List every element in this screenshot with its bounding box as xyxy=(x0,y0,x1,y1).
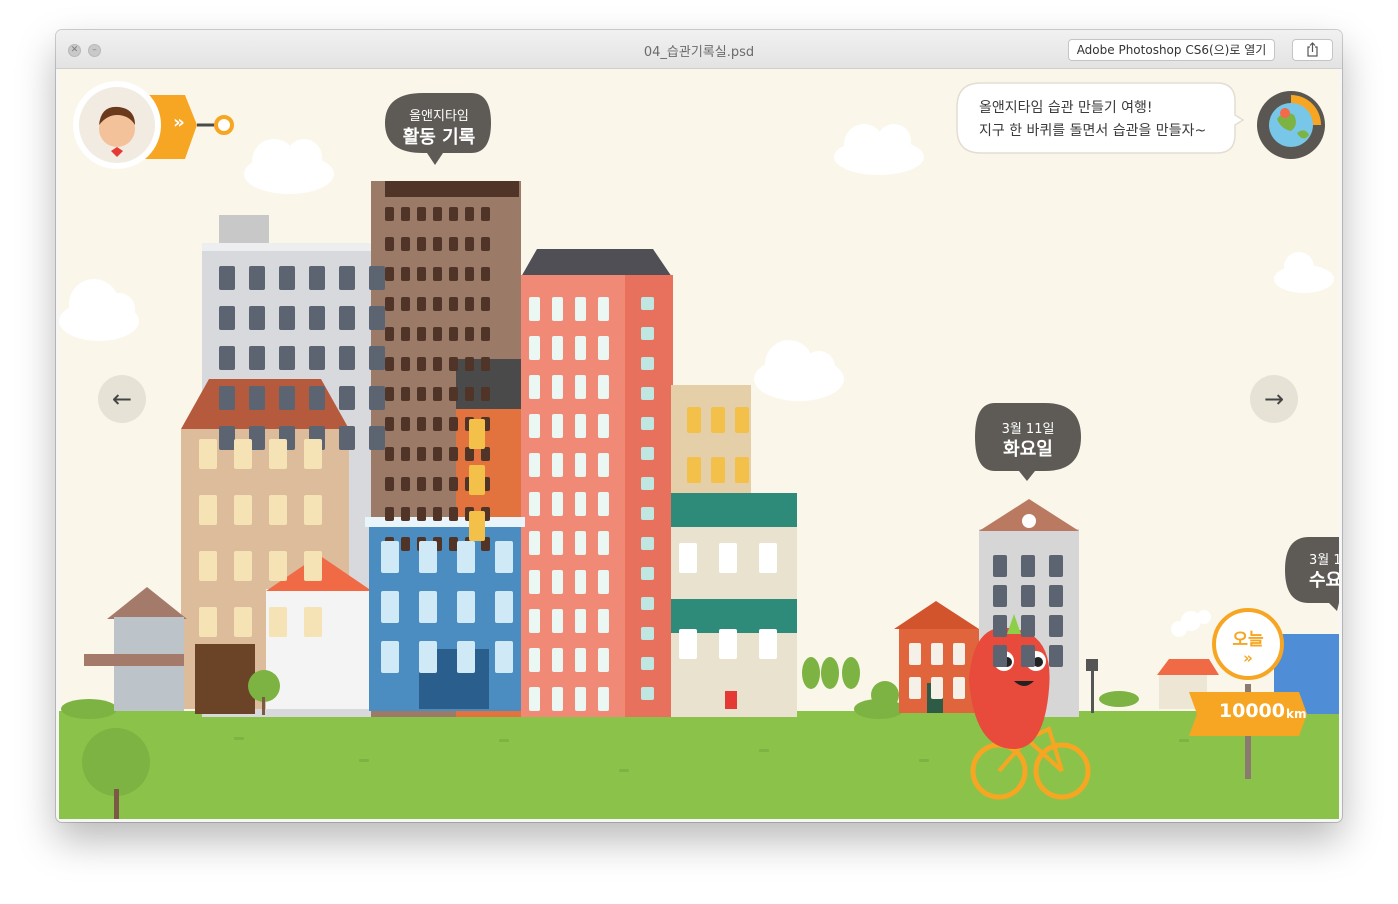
open-with-photoshop-button[interactable]: Adobe Photoshop CS6(으)로 열기 xyxy=(1068,39,1275,61)
today-chevron-icon: » xyxy=(1243,649,1253,667)
share-icon xyxy=(1307,42,1318,57)
prev-arrow-icon[interactable]: ← xyxy=(99,384,145,414)
distance-unit: km xyxy=(1286,707,1307,721)
today-label[interactable]: 오늘 xyxy=(1215,625,1281,650)
record-bubble-line1: 올앤지타임 xyxy=(409,109,469,124)
building-windows xyxy=(199,207,1063,711)
next-arrow-icon[interactable]: → xyxy=(1251,384,1297,414)
distance-value: 10000 xyxy=(1218,700,1285,722)
date-bubble-weekday: 화요일 xyxy=(1003,439,1053,460)
share-button[interactable] xyxy=(1292,39,1333,61)
record-bubble-line2: 활동 기록 xyxy=(402,127,476,148)
speech-line2: 지구 한 바퀴를 돌면서 습관을 만들자~ xyxy=(979,123,1207,139)
game-canvas: 올앤지타임 활동 기록 올앤지타임 습관 만들기 여행! 지구 한 바퀴를 돌면… xyxy=(59,69,1339,819)
next-date-bubble-weekday: 수요 xyxy=(1309,570,1339,591)
expand-chevron-icon[interactable]: » xyxy=(167,112,191,133)
title-bar: ✕ – 04_습관기록실.psd Adobe Photoshop CS6(으)로… xyxy=(56,30,1342,69)
speech-line1: 올앤지타임 습관 만들기 여행! xyxy=(979,100,1153,116)
app-window: ✕ – 04_습관기록실.psd Adobe Photoshop CS6(으)로… xyxy=(56,30,1342,822)
